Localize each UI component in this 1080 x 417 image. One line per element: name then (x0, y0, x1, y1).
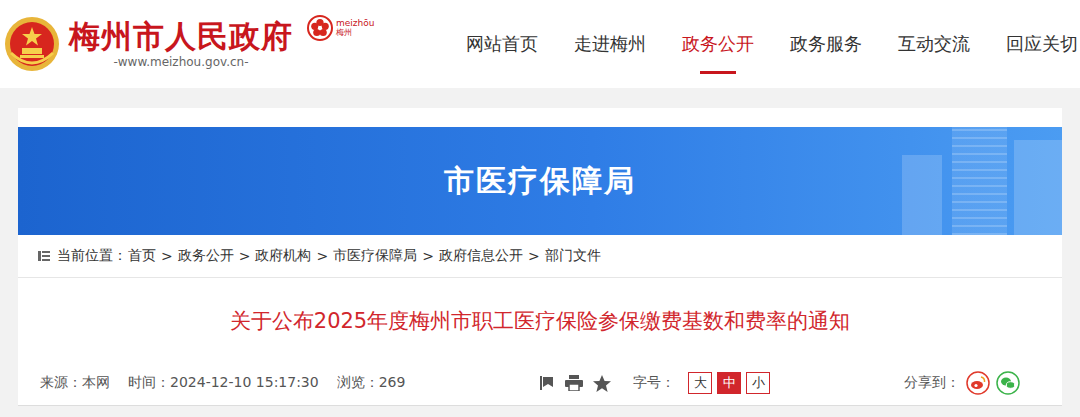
font-size-button[interactable]: 中 (717, 372, 741, 394)
weibo-icon[interactable] (966, 371, 990, 395)
share-label: 分享到： (904, 374, 960, 392)
nav-item[interactable]: 互动交流 (898, 26, 970, 62)
breadcrumb-item[interactable]: 市医疗保障局 (333, 247, 417, 265)
font-size-button[interactable]: 小 (746, 372, 770, 394)
site-title: 梅州市人民政府 (69, 18, 293, 55)
main-nav: 网站首页走进梅州政务公开政务服务互动交流回应关切 (466, 0, 1078, 88)
page-background: 市医疗保障局当前位置：首页>政务公开>政府机构>市医疗保障局>政府信息公开>部门… (0, 88, 1080, 406)
share: 分享到： (904, 371, 1020, 395)
site-header: 梅州市人民政府-www.meizhou.gov.cn-meizhōu梅州 网站首页… (0, 0, 1080, 88)
site-brand[interactable]: 梅州市人民政府-www.meizhou.gov.cn-meizhōu梅州 (3, 15, 374, 73)
article-meta: 来源：本网时间：2024-12-10 15:17:30 浏览：269 字号： 大中小 分… (18, 363, 1062, 406)
article-tools (539, 375, 611, 392)
breadcrumb-label: 当前位置： (57, 247, 127, 265)
nav-item[interactable]: 网站首页 (466, 26, 538, 62)
city-logo: meizhōu梅州 (307, 15, 374, 41)
breadcrumb-item[interactable]: 政府机构 (255, 247, 311, 265)
font-size-button[interactable]: 大 (688, 372, 712, 394)
nav-item[interactable]: 走进梅州 (574, 26, 646, 62)
meta-item: 浏览：269 (337, 374, 406, 392)
breadcrumb-item[interactable]: 政务公开 (178, 247, 234, 265)
article-title: 关于公布2025年度梅州市职工医疗保险参保缴费基数和费率的通知 (18, 278, 1062, 363)
breadcrumb: 当前位置：首页>政务公开>政府机构>市医疗保障局>政府信息公开>部门文件 (18, 235, 1062, 278)
breadcrumb-separator: > (239, 248, 251, 264)
bookmark-icon[interactable] (539, 375, 555, 391)
department-banner: 市医疗保障局 (18, 127, 1062, 235)
breadcrumb-separator: > (422, 248, 434, 264)
font-size-label: 字号： (633, 374, 675, 392)
wechat-icon[interactable] (996, 371, 1020, 395)
city-logo-chinese: 梅州 (336, 29, 374, 38)
breadcrumb-separator: > (161, 248, 173, 264)
breadcrumb-item[interactable]: 政府信息公开 (439, 247, 523, 265)
star-icon[interactable] (593, 375, 611, 392)
meta-item: 时间：2024-12-10 15:17:30 (128, 374, 319, 392)
breadcrumb-item[interactable]: 部门文件 (545, 247, 601, 265)
font-size-switcher: 字号： 大中小 (633, 372, 770, 394)
banner-title: 市医疗保障局 (444, 161, 636, 202)
page: 梅州市人民政府-www.meizhou.gov.cn-meizhōu梅州 网站首页… (0, 0, 1080, 417)
content-panel: 市医疗保障局当前位置：首页>政务公开>政府机构>市医疗保障局>政府信息公开>部门… (18, 108, 1062, 406)
list-icon (38, 250, 50, 262)
print-icon[interactable] (565, 375, 583, 391)
national-emblem-icon (3, 15, 61, 73)
nav-item[interactable]: 政务公开 (682, 26, 754, 62)
plum-blossom-icon (307, 15, 333, 41)
city-logo-latin: meizhōu (336, 19, 374, 29)
nav-item[interactable]: 回应关切 (1006, 26, 1078, 62)
breadcrumb-separator: > (316, 248, 328, 264)
nav-item[interactable]: 政务服务 (790, 26, 862, 62)
buildings-icon (892, 127, 1062, 235)
meta-item: 来源：本网 (40, 374, 110, 392)
breadcrumb-item[interactable]: 首页 (128, 247, 156, 265)
breadcrumb-separator: > (528, 248, 540, 264)
site-url: -www.meizhou.gov.cn- (113, 55, 248, 71)
